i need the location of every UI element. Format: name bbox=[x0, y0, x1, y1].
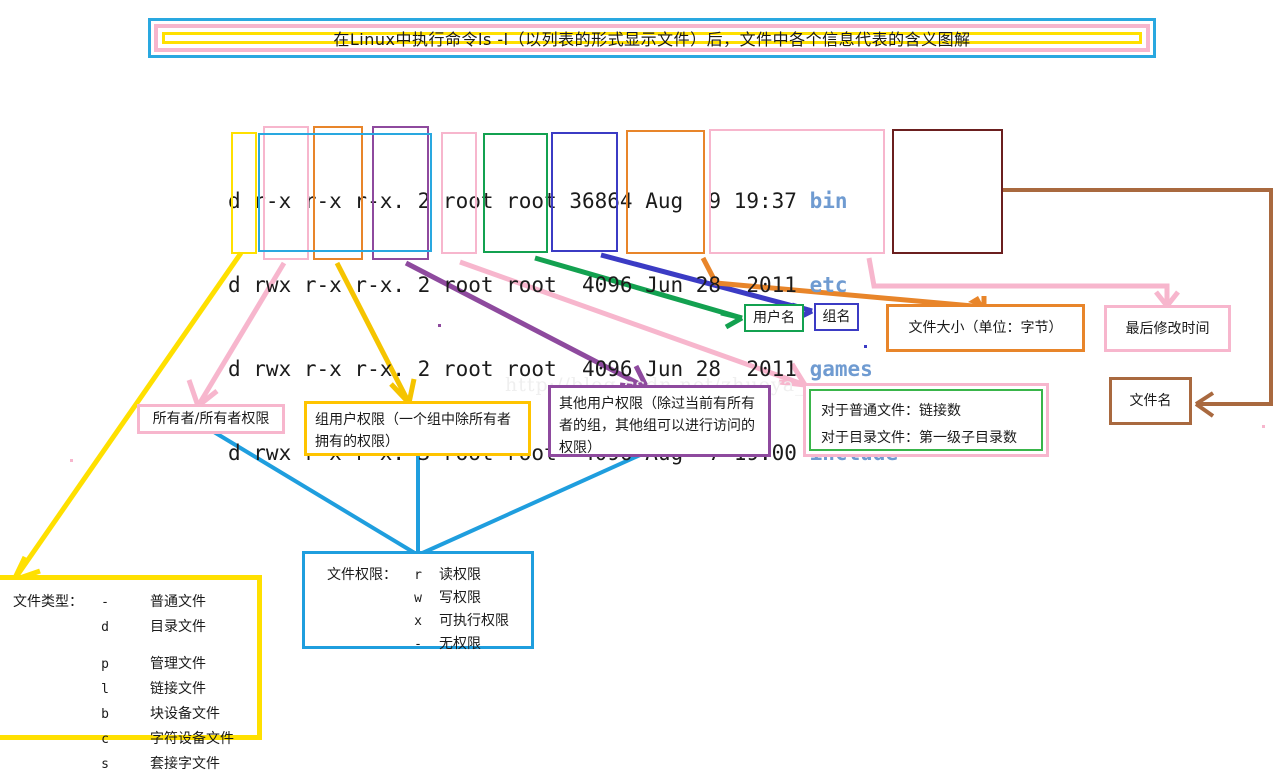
filetype-desc-dash: 普通文件 bbox=[150, 594, 206, 610]
permission-legend-heading: 文件权限： bbox=[327, 567, 397, 583]
permission-key-w: w bbox=[414, 591, 422, 606]
title-banner-middle-border: 在Linux中执行命令ls -l（以列表的形式显示文件）后，文件中各个信息代表的… bbox=[154, 24, 1150, 52]
permission-legend-table: 文件权限： r 读权限 w 写权限 x 可执行权限 - 无权限 bbox=[323, 564, 513, 656]
arrow-date-to-label bbox=[866, 257, 1180, 308]
label-file-size-text: 文件大小（单位：字节） bbox=[908, 320, 1063, 336]
label-file-name-text: 文件名 bbox=[1129, 393, 1172, 409]
label-file-size: 文件大小（单位：字节） bbox=[886, 304, 1085, 352]
filetype-desc-b: 块设备文件 bbox=[150, 706, 220, 722]
filetype-desc-p: 管理文件 bbox=[150, 656, 206, 672]
label-link-count-inner: 对于普通文件：链接数 对于目录文件：第一级子目录数 bbox=[809, 389, 1043, 451]
filetype-legend-heading: 文件类型： bbox=[13, 594, 83, 610]
title-banner-inner-border: 在Linux中执行命令ls -l（以列表的形式显示文件）后，文件中各个信息代表的… bbox=[162, 30, 1142, 49]
permission-desc-w: 写权限 bbox=[439, 590, 481, 606]
filetype-desc-c: 字符设备文件 bbox=[150, 731, 234, 747]
filetype-legend-spacer bbox=[12, 640, 235, 652]
label-link-count: 对于普通文件：链接数 对于目录文件：第一级子目录数 bbox=[803, 383, 1049, 457]
label-group-perm-text: 组用户权限（一个组中除所有者拥有的权限） bbox=[315, 412, 511, 450]
label-other-perm-text: 其他用户权限（除过当前有所有者的组，其他组可以进行访问的权限） bbox=[559, 396, 755, 456]
permission-legend-row: - 无权限 bbox=[323, 633, 513, 656]
label-group-name: 组名 bbox=[814, 303, 859, 331]
permission-legend-row: 文件权限： r 读权限 bbox=[323, 564, 513, 587]
filetype-legend-row: l 链接文件 bbox=[12, 677, 235, 702]
column-box-user bbox=[483, 133, 548, 253]
filetype-key-l: l bbox=[101, 682, 109, 697]
label-group-perm: 组用户权限（一个组中除所有者拥有的权限） bbox=[304, 401, 531, 456]
filetype-key-d: d bbox=[101, 620, 109, 635]
column-box-grp bbox=[551, 132, 618, 252]
permission-key-none: - bbox=[414, 637, 422, 652]
filetype-legend-row: b 块设备文件 bbox=[12, 702, 235, 727]
filetype-key-p: p bbox=[101, 657, 109, 672]
filetype-desc-s: 套接字文件 bbox=[150, 756, 220, 772]
filetype-legend-table: 文件类型： - 普通文件 d 目录文件 p 管理文件 l 链接文件 b 块设备文… bbox=[12, 590, 235, 777]
filetype-desc-l: 链接文件 bbox=[150, 681, 206, 697]
permission-key-x: x bbox=[414, 614, 422, 629]
ls-perms-1: d rwx r-x r-x. 2 root root 4096 Jun 28 2… bbox=[228, 273, 810, 297]
permission-legend-row: x 可执行权限 bbox=[323, 610, 513, 633]
permission-key-r: r bbox=[414, 568, 422, 583]
diagram-canvas: 在Linux中执行命令ls -l（以列表的形式显示文件）后，文件中各个信息代表的… bbox=[0, 0, 1285, 772]
column-box-filetype bbox=[231, 132, 257, 254]
permission-legend-row: w 写权限 bbox=[323, 587, 513, 610]
stray-speck-blue bbox=[864, 345, 867, 348]
filetype-legend-row: d 目录文件 bbox=[12, 615, 235, 640]
label-owner-perm-text: 所有者/所有者权限 bbox=[152, 411, 270, 427]
title-banner: 在Linux中执行命令ls -l（以列表的形式显示文件）后，文件中各个信息代表的… bbox=[148, 18, 1156, 58]
ls-row: d rwx r-x r-x. 2 root root 4096 Jun 28 2… bbox=[228, 271, 898, 299]
label-user-name-text: 用户名 bbox=[753, 310, 795, 326]
label-link-count-line2-a: 对于目录文件： bbox=[821, 430, 919, 446]
filetype-legend-row: p 管理文件 bbox=[12, 652, 235, 677]
column-box-links bbox=[441, 132, 477, 254]
label-link-count-line2: 对于目录文件：第一级子目录数 bbox=[821, 425, 1031, 452]
ls-filename-2: games bbox=[809, 357, 873, 381]
filetype-desc-d: 目录文件 bbox=[150, 619, 206, 635]
permission-desc-x: 可执行权限 bbox=[439, 613, 509, 629]
column-box-size bbox=[626, 130, 705, 254]
filetype-key-b: b bbox=[101, 707, 109, 722]
label-group-name-text: 组名 bbox=[822, 309, 851, 325]
permission-desc-none: 无权限 bbox=[439, 636, 481, 652]
stray-speck-pink bbox=[70, 459, 73, 462]
column-box-date bbox=[709, 129, 885, 254]
label-user-name: 用户名 bbox=[744, 304, 804, 332]
label-other-perm: 其他用户权限（除过当前有所有者的组，其他组可以进行访问的权限） bbox=[548, 385, 771, 457]
label-mtime: 最后修改时间 bbox=[1104, 305, 1231, 352]
filetype-legend-row: s 套接字文件 bbox=[12, 752, 235, 777]
column-box-allperms bbox=[258, 133, 432, 252]
permission-legend-box: 文件权限： r 读权限 w 写权限 x 可执行权限 - 无权限 bbox=[302, 551, 534, 652]
filetype-key-c: c bbox=[101, 732, 109, 747]
filetype-legend-box: 文件类型： - 普通文件 d 目录文件 p 管理文件 l 链接文件 b 块设备文… bbox=[0, 575, 262, 772]
page-title: 在Linux中执行命令ls -l（以列表的形式显示文件）后，文件中各个信息代表的… bbox=[333, 30, 971, 49]
permission-desc-r: 读权限 bbox=[439, 567, 481, 583]
filetype-legend-row: 文件类型： - 普通文件 bbox=[12, 590, 235, 615]
label-link-count-line1: 对于普通文件：链接数 bbox=[821, 403, 961, 419]
label-owner-perm: 所有者/所有者权限 bbox=[137, 404, 285, 434]
label-file-name: 文件名 bbox=[1109, 377, 1192, 425]
filetype-key-dash: - bbox=[101, 595, 109, 610]
filetype-legend-row: c 字符设备文件 bbox=[12, 727, 235, 752]
label-link-count-line2-c: 子目录数 bbox=[961, 430, 1017, 446]
column-box-filename bbox=[892, 129, 1003, 254]
stray-speck-purple bbox=[438, 324, 441, 327]
ls-filename-1: etc bbox=[809, 273, 848, 297]
label-link-count-line2-b: 第一级 bbox=[919, 430, 961, 446]
stray-speck-pink2 bbox=[1262, 425, 1265, 428]
filetype-key-s: s bbox=[101, 757, 109, 772]
label-mtime-text: 最后修改时间 bbox=[1125, 320, 1210, 337]
